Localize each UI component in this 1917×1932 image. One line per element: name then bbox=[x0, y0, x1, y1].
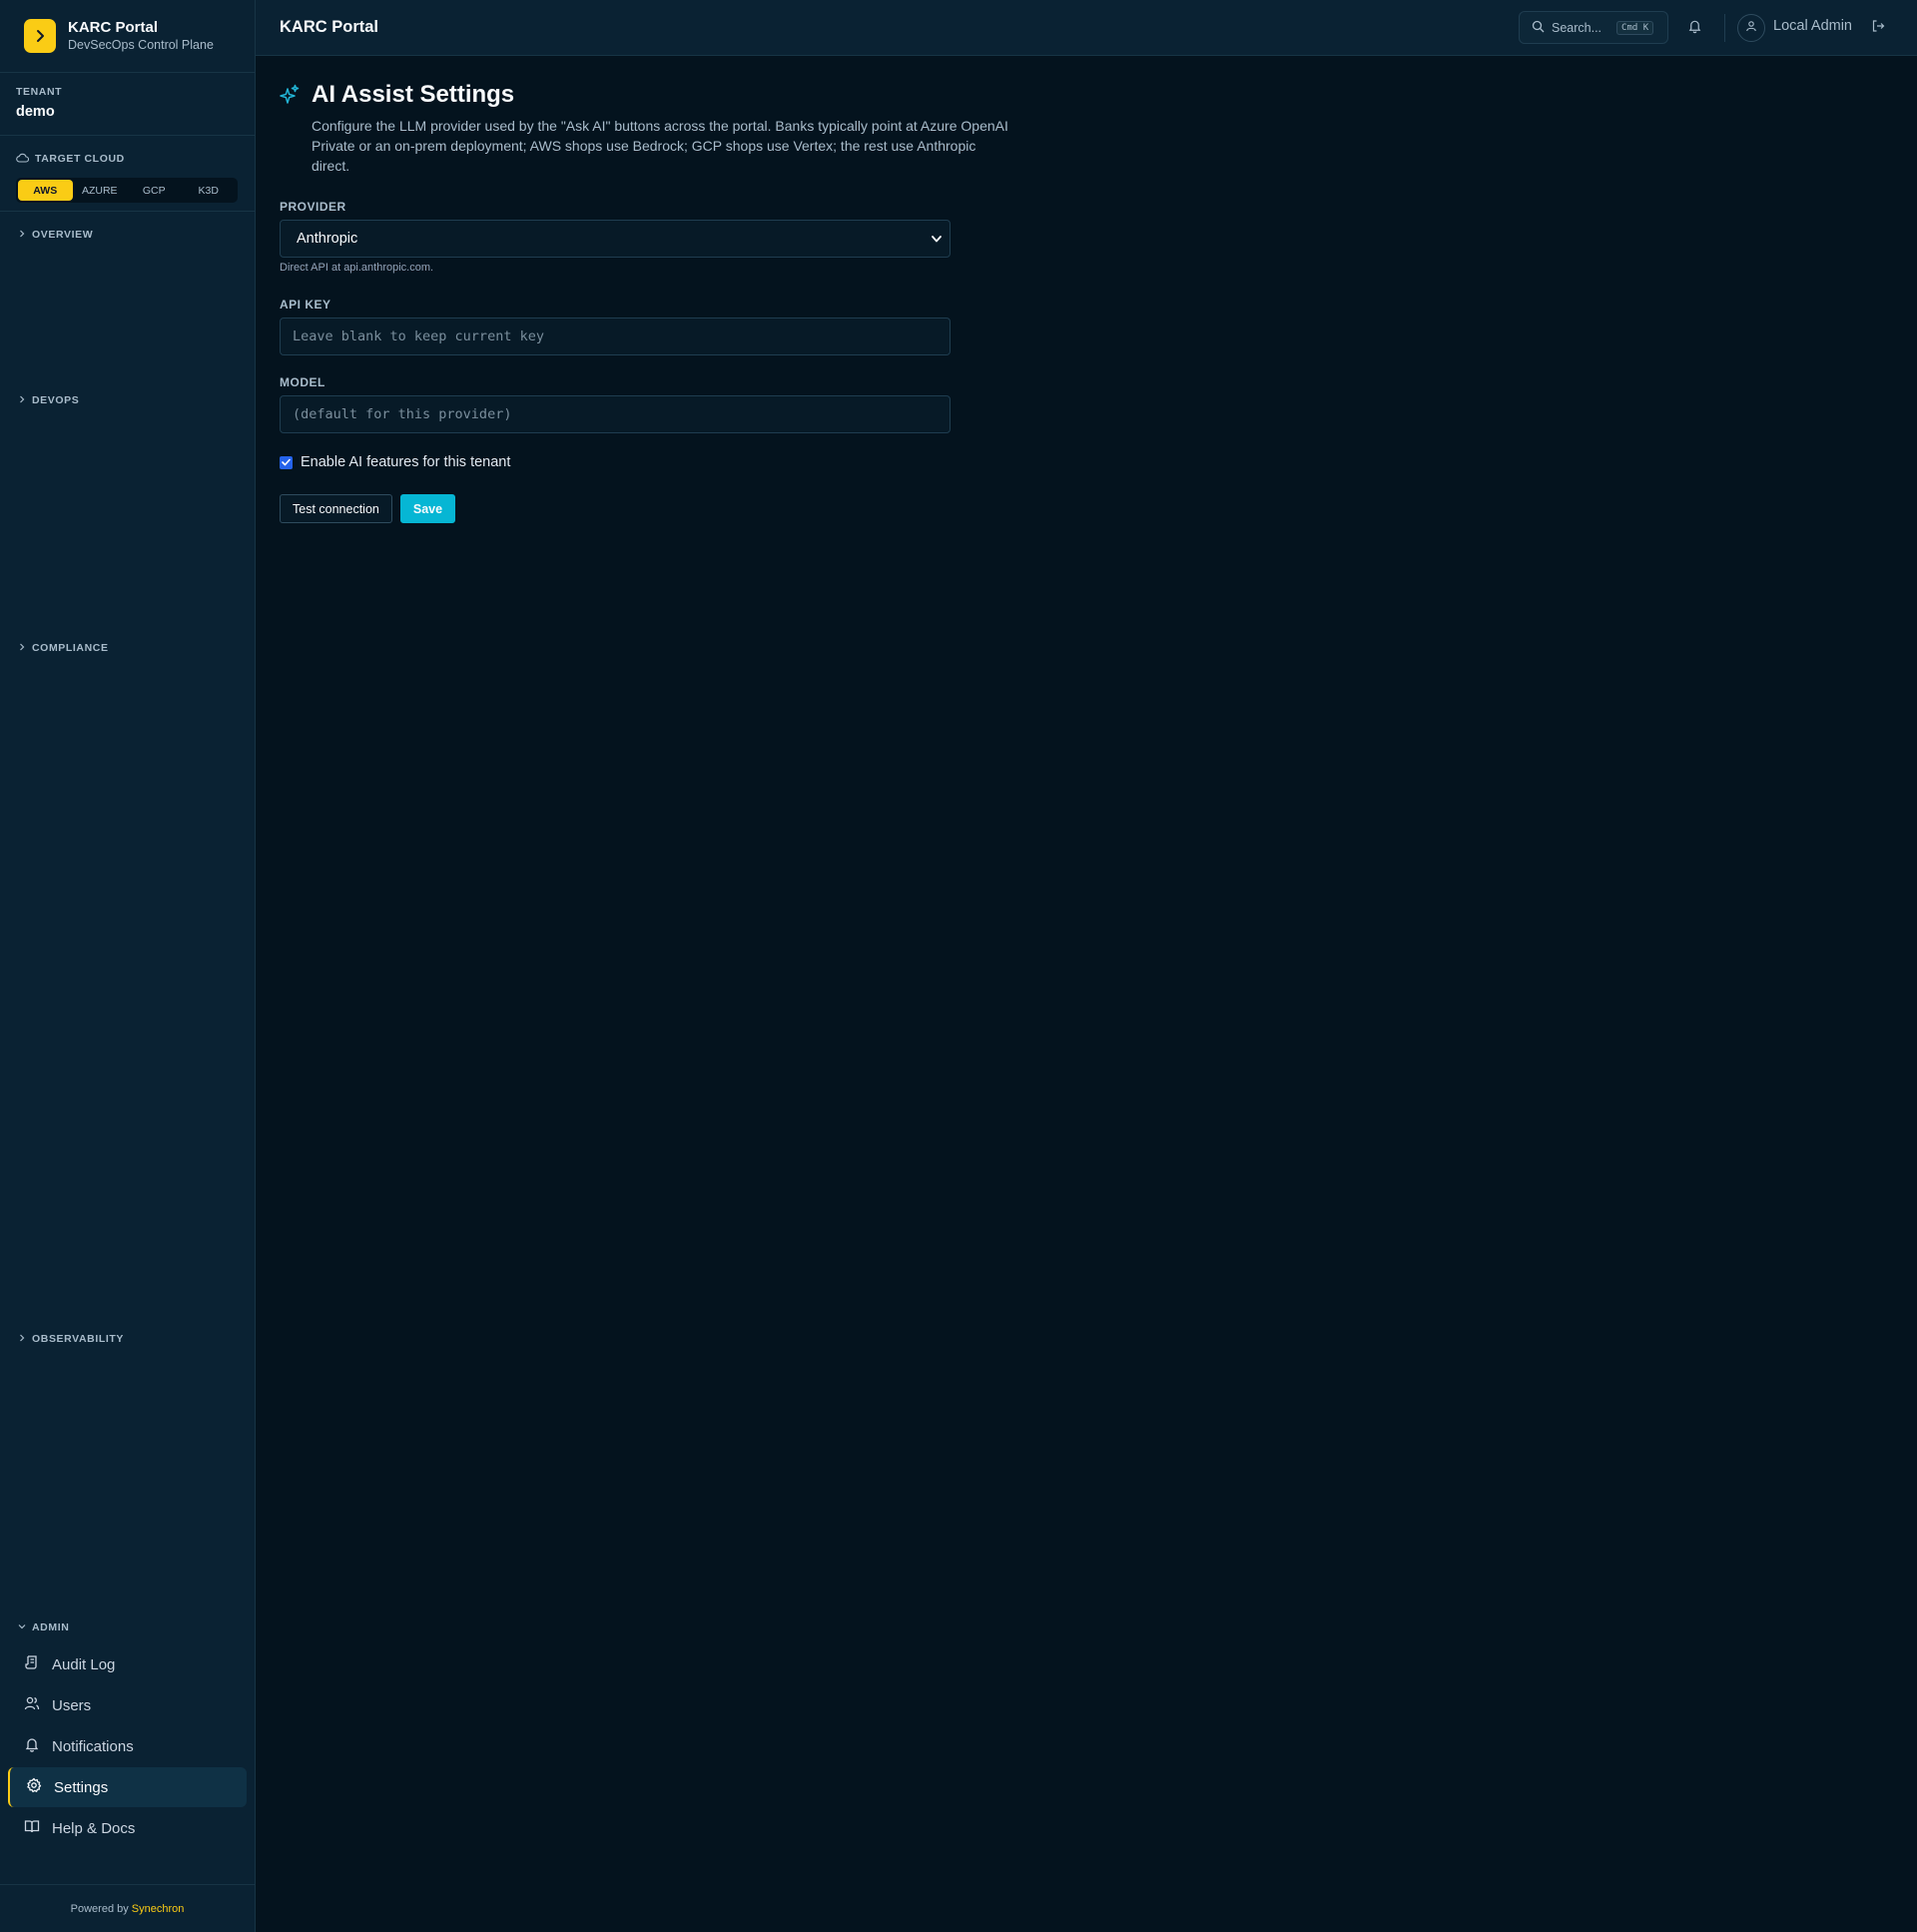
logout-icon[interactable] bbox=[1871, 19, 1885, 38]
api-key-input[interactable] bbox=[280, 318, 951, 355]
footer-brand-link[interactable]: Synechron bbox=[132, 1903, 185, 1915]
chevron-right-icon bbox=[18, 1333, 26, 1345]
user-icon bbox=[1745, 19, 1757, 37]
sidebar-item-label: Audit Log bbox=[52, 1655, 116, 1673]
search-placeholder: Search... bbox=[1552, 20, 1602, 35]
nav-section-label: COMPLIANCE bbox=[32, 642, 109, 654]
sidebar-item-settings[interactable]: Settings bbox=[8, 1767, 247, 1807]
target-cloud-label: TARGET CLOUD bbox=[35, 153, 125, 165]
tenant-panel: TENANT demo bbox=[0, 73, 255, 136]
cloud-option-aws[interactable]: AWS bbox=[18, 180, 73, 201]
enable-ai-label: Enable AI features for this tenant bbox=[301, 454, 511, 470]
target-cloud-panel: TARGET CLOUD AWS AZURE GCP K3D bbox=[0, 136, 255, 212]
nav-section-observability[interactable]: OBSERVABILITY bbox=[18, 1333, 124, 1345]
nav-section-label: ADMIN bbox=[32, 1621, 70, 1633]
bell-icon bbox=[24, 1736, 40, 1756]
chevron-right-icon bbox=[18, 394, 26, 406]
nav-section-overview[interactable]: OVERVIEW bbox=[18, 229, 93, 241]
save-button[interactable]: Save bbox=[399, 494, 456, 523]
cloud-option-gcp[interactable]: GCP bbox=[127, 180, 182, 201]
page-title: AI Assist Settings bbox=[312, 81, 515, 108]
provider-value: Anthropic bbox=[297, 231, 358, 247]
user-name[interactable]: Local Admin bbox=[1773, 18, 1852, 34]
users-icon bbox=[24, 1695, 40, 1715]
api-key-label: API KEY bbox=[280, 298, 331, 312]
provider-hint: Direct API at api.anthropic.com. bbox=[280, 262, 434, 274]
nav-section-compliance[interactable]: COMPLIANCE bbox=[18, 642, 109, 654]
sidebar-item-label: Users bbox=[52, 1696, 92, 1714]
sidebar-item-audit-log[interactable]: Audit Log bbox=[8, 1644, 247, 1684]
sidebar-item-label: Settings bbox=[54, 1778, 109, 1796]
gear-icon bbox=[26, 1777, 42, 1797]
page-header: AI Assist Settings bbox=[280, 80, 514, 111]
sidebar-item-help-docs[interactable]: Help & Docs bbox=[8, 1808, 247, 1848]
nav-section-label: OBSERVABILITY bbox=[32, 1333, 125, 1345]
tenant-label: TENANT bbox=[16, 86, 63, 98]
sidebar-item-label: Notifications bbox=[52, 1737, 134, 1755]
chevron-down-icon bbox=[18, 1621, 26, 1633]
sidebar-footer: Powered by Synechron bbox=[0, 1884, 255, 1932]
cloud-icon bbox=[16, 150, 30, 168]
scroll-icon bbox=[24, 1654, 40, 1674]
provider-label: PROVIDER bbox=[280, 200, 346, 214]
chevron-right-icon bbox=[18, 642, 26, 654]
brand-title: KARC Portal bbox=[68, 19, 159, 36]
form-actions: Test connection Save bbox=[280, 494, 456, 523]
sidebar-item-label: Help & Docs bbox=[52, 1819, 136, 1837]
book-icon bbox=[24, 1818, 40, 1838]
cloud-option-azure[interactable]: AZURE bbox=[73, 180, 128, 201]
model-label: MODEL bbox=[280, 375, 325, 389]
brand[interactable]: KARC Portal DevSecOps Control Plane bbox=[0, 0, 255, 73]
page-description: Configure the LLM provider used by the "… bbox=[312, 118, 1008, 174]
topbar: KARC Portal Search... Cmd K Local Admin bbox=[256, 0, 1917, 56]
enable-ai-row[interactable]: Enable AI features for this tenant bbox=[280, 454, 510, 470]
sidebar-item-notifications[interactable]: Notifications bbox=[8, 1726, 247, 1766]
sidebar-item-users[interactable]: Users bbox=[8, 1685, 247, 1725]
divider bbox=[1724, 14, 1725, 42]
chevron-right-icon bbox=[24, 19, 56, 53]
search-icon bbox=[1532, 20, 1545, 36]
tenant-name[interactable]: demo bbox=[16, 104, 239, 120]
nav-section-devops[interactable]: DEVOPS bbox=[18, 394, 79, 406]
model-input[interactable] bbox=[280, 395, 951, 433]
test-connection-button[interactable]: Test connection bbox=[280, 494, 392, 523]
search-button[interactable]: Search... Cmd K bbox=[1519, 11, 1668, 44]
cloud-selector: AWS AZURE GCP K3D bbox=[16, 178, 238, 203]
cloud-option-k3d[interactable]: K3D bbox=[182, 180, 237, 201]
nav-section-label: DEVOPS bbox=[32, 394, 80, 406]
avatar[interactable] bbox=[1737, 14, 1765, 42]
nav-section-admin[interactable]: ADMIN bbox=[18, 1621, 69, 1633]
provider-select[interactable]: Anthropic bbox=[280, 220, 951, 258]
nav-section-label: OVERVIEW bbox=[32, 229, 94, 241]
bell-icon[interactable] bbox=[1687, 18, 1702, 39]
brand-subtitle: DevSecOps Control Plane bbox=[68, 38, 214, 52]
footer-prefix: Powered by bbox=[70, 1902, 129, 1915]
enable-ai-checkbox[interactable] bbox=[280, 455, 293, 469]
sparkles-icon bbox=[280, 84, 300, 111]
chevron-right-icon bbox=[18, 229, 26, 241]
sidebar: KARC Portal DevSecOps Control Plane TENA… bbox=[0, 0, 256, 1932]
chevron-down-icon bbox=[932, 231, 942, 247]
shortcut-badge: Cmd K bbox=[1616, 20, 1654, 35]
topbar-title: KARC Portal bbox=[280, 18, 379, 36]
